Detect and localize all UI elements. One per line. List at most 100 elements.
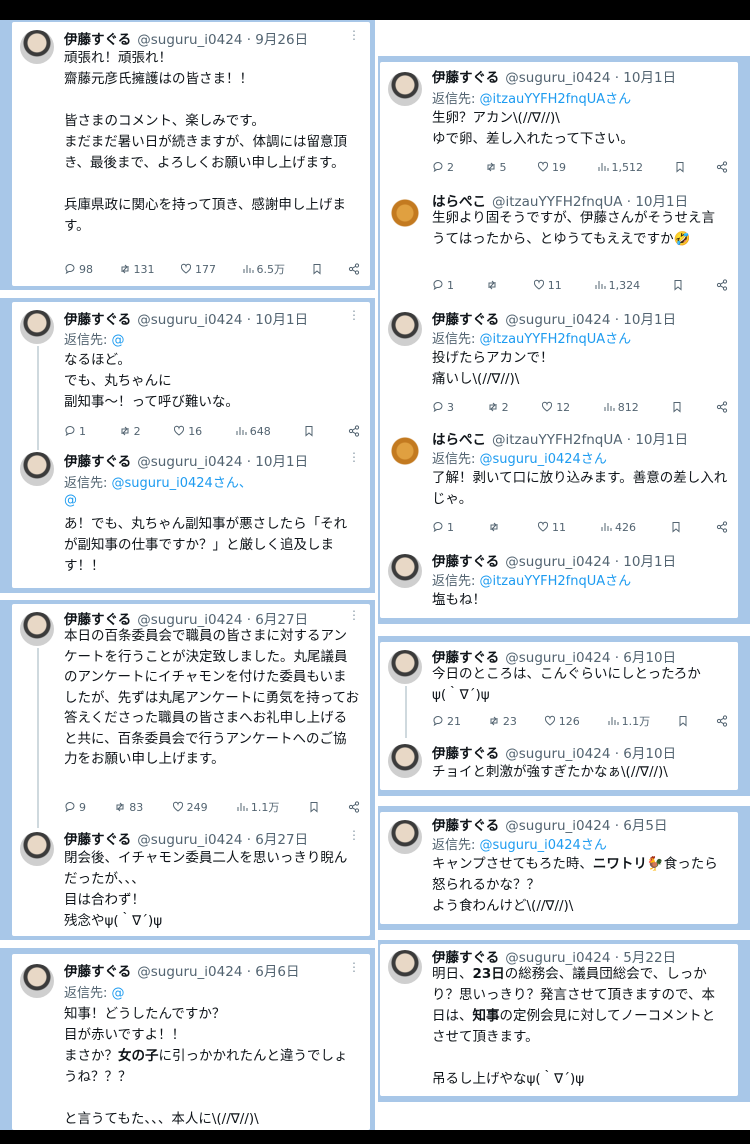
reply-button[interactable]: 1 xyxy=(432,279,454,292)
tweet-card-7[interactable]: 伊藤すぐる @suguru_i0424 · 6月5日 返信先: @suguru_i… xyxy=(380,812,738,924)
reply-button[interactable]: 98 xyxy=(64,263,93,276)
reply-to-link[interactable]: @ xyxy=(112,986,125,1001)
like-button[interactable]: 177 xyxy=(180,263,216,276)
author-name[interactable]: 伊藤すぐる xyxy=(432,746,499,762)
retweet-button[interactable]: 23 xyxy=(488,715,517,728)
reply-to-link[interactable]: @ xyxy=(64,493,77,508)
author-handle[interactable]: @suguru_i0424 xyxy=(505,312,610,328)
views-button[interactable]: 426 xyxy=(600,521,636,534)
tweet-date[interactable]: 10月1日 xyxy=(623,554,676,570)
avatar[interactable] xyxy=(20,832,54,866)
bookmark-button[interactable] xyxy=(303,425,315,437)
tweet-card-3[interactable]: 伊藤すぐる @suguru_i0424 · 6月27日 ⋮ 本日の百条委員会で職員… xyxy=(12,604,370,936)
avatar[interactable] xyxy=(20,30,54,64)
tweet-card-4[interactable]: 伊藤すぐる @suguru_i0424 · 6月6日 ⋮ 返信先: @ 知事！どう… xyxy=(12,954,370,1130)
retweet-button[interactable]: 2 xyxy=(119,425,141,438)
author-name[interactable]: 伊藤すぐる xyxy=(432,554,499,570)
reply-button[interactable]: 1 xyxy=(432,521,454,534)
more-icon[interactable]: ⋮ xyxy=(348,960,360,974)
author-handle[interactable]: @suguru_i0424 xyxy=(505,746,610,762)
bookmark-button[interactable] xyxy=(671,401,683,413)
bookmark-button[interactable] xyxy=(308,801,320,813)
views-button[interactable]: 1,512 xyxy=(597,161,643,174)
share-button[interactable] xyxy=(348,801,360,813)
avatar[interactable] xyxy=(20,612,54,646)
reply-to-link[interactable]: @itzauYYFH2fnqUAさん xyxy=(480,92,632,107)
tweet-card-6[interactable]: 伊藤すぐる @suguru_i0424 · 6月10日 今日のところは、こんぐらい… xyxy=(380,642,738,790)
reply-button[interactable]: 21 xyxy=(432,715,461,728)
more-icon[interactable]: ⋮ xyxy=(348,608,360,622)
share-button[interactable] xyxy=(716,279,728,291)
like-button[interactable]: 126 xyxy=(544,715,580,728)
avatar[interactable] xyxy=(388,650,422,684)
author-handle[interactable]: @itzauYYFH2fnqUA xyxy=(492,432,622,448)
tweet-date[interactable]: 6月6日 xyxy=(255,964,299,980)
tweet-date[interactable]: 6月5日 xyxy=(623,818,667,834)
retweet-button[interactable]: 131 xyxy=(119,263,155,276)
bookmark-button[interactable] xyxy=(674,161,686,173)
tweet-date[interactable]: 10月1日 xyxy=(255,454,308,470)
reply-to-link[interactable]: @itzauYYFH2fnqUAさん xyxy=(480,574,632,589)
tweet-date[interactable]: 9月26日 xyxy=(255,32,308,48)
tweet-date[interactable]: 10月1日 xyxy=(255,312,308,328)
author-name[interactable]: 伊藤すぐる xyxy=(64,454,131,470)
more-icon[interactable]: ⋮ xyxy=(348,308,360,322)
avatar[interactable] xyxy=(388,950,422,984)
author-handle[interactable]: @suguru_i0424 xyxy=(137,832,242,848)
tweet-card-1[interactable]: 伊藤すぐる @suguru_i0424 · 9月26日 ⋮ 頑張れ！頑張れ！ 齋藤… xyxy=(12,22,370,286)
author-name[interactable]: はらぺこ xyxy=(432,432,486,448)
share-button[interactable] xyxy=(348,263,360,275)
avatar[interactable] xyxy=(20,452,54,486)
retweet-button[interactable]: 2 xyxy=(487,401,509,414)
views-button[interactable]: 1.1万 xyxy=(607,713,650,729)
tweet-card-8[interactable]: 伊藤すぐる @suguru_i0424 · 5月22日 明日、23日の総務会、議員… xyxy=(380,944,738,1096)
tweet-card-5[interactable]: 伊藤すぐる @suguru_i0424 · 10月1日 返信先: @itzauYY… xyxy=(380,62,738,618)
reply-to-link[interactable]: @ xyxy=(112,333,125,348)
more-icon[interactable]: ⋮ xyxy=(348,828,360,842)
avatar[interactable] xyxy=(388,554,422,588)
reply-button[interactable]: 3 xyxy=(432,401,454,414)
share-button[interactable] xyxy=(348,425,360,437)
reply-to-link[interactable]: @suguru_i0424さん xyxy=(480,452,607,467)
author-name[interactable]: 伊藤すぐる xyxy=(64,312,131,328)
author-handle[interactable]: @suguru_i0424 xyxy=(137,32,242,48)
reply-to-link[interactable]: @suguru_i0424さん、 xyxy=(112,476,252,491)
tweet-date[interactable]: 10月1日 xyxy=(635,432,688,448)
like-button[interactable]: 19 xyxy=(537,161,566,174)
views-button[interactable]: 1,324 xyxy=(594,279,640,292)
tweet-card-2[interactable]: 伊藤すぐる @suguru_i0424 · 10月1日 ⋮ 返信先: @ なるほど… xyxy=(12,302,370,588)
like-button[interactable]: 249 xyxy=(172,801,208,814)
retweet-button[interactable] xyxy=(486,279,501,291)
author-handle[interactable]: @suguru_i0424 xyxy=(137,312,242,328)
more-icon[interactable]: ⋮ xyxy=(348,28,360,42)
views-button[interactable]: 648 xyxy=(235,425,271,438)
bookmark-button[interactable] xyxy=(670,521,682,533)
share-button[interactable] xyxy=(716,521,728,533)
tweet-date[interactable]: 10月1日 xyxy=(623,70,676,86)
author-handle[interactable]: @suguru_i0424 xyxy=(137,454,242,470)
author-handle[interactable]: @suguru_i0424 xyxy=(505,818,610,834)
retweet-button[interactable]: 5 xyxy=(485,161,507,174)
tweet-date[interactable]: 10月1日 xyxy=(623,312,676,328)
tweet-date[interactable]: 6月27日 xyxy=(255,832,308,848)
avatar[interactable] xyxy=(388,196,422,230)
avatar[interactable] xyxy=(388,820,422,854)
bookmark-button[interactable] xyxy=(311,263,323,275)
reply-button[interactable]: 1 xyxy=(64,425,86,438)
views-button[interactable]: 1.1万 xyxy=(236,799,279,815)
author-name[interactable]: 伊藤すぐる xyxy=(432,818,499,834)
author-name[interactable]: 伊藤すぐる xyxy=(432,70,499,86)
author-name[interactable]: 伊藤すぐる xyxy=(64,32,131,48)
retweet-button[interactable] xyxy=(488,521,503,533)
retweet-button[interactable]: 83 xyxy=(114,801,143,814)
views-button[interactable]: 6.5万 xyxy=(242,261,285,277)
bookmark-button[interactable] xyxy=(672,279,684,291)
avatar[interactable] xyxy=(388,72,422,106)
avatar[interactable] xyxy=(20,310,54,344)
author-handle[interactable]: @suguru_i0424 xyxy=(505,70,610,86)
like-button[interactable]: 11 xyxy=(537,521,566,534)
share-button[interactable] xyxy=(716,401,728,413)
reply-button[interactable]: 9 xyxy=(64,801,86,814)
author-name[interactable]: 伊藤すぐる xyxy=(64,964,131,980)
tweet-date[interactable]: 6月10日 xyxy=(623,746,676,762)
